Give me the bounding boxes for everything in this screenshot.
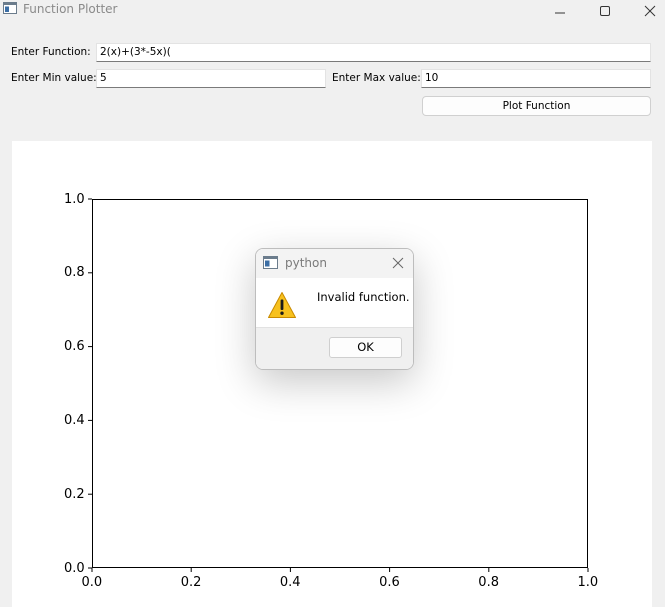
dialog-footer: OK [256, 327, 413, 369]
y-tick-label: 1.0 [64, 191, 85, 207]
x-tick-label: 0.2 [180, 575, 202, 590]
dialog-message: Invalid function. [317, 290, 410, 304]
dialog-body: Invalid function. [256, 278, 413, 327]
dialog-titlebar[interactable]: python [256, 249, 413, 278]
ok-button[interactable]: OK [329, 337, 402, 358]
dialog-title: python [285, 256, 327, 270]
y-tick-label: 0.2 [64, 486, 85, 502]
close-icon [392, 257, 404, 269]
x-tick-label: 0.8 [478, 575, 499, 590]
dialog-close-button[interactable] [390, 255, 406, 271]
y-tick-label: 0.0 [64, 560, 85, 576]
x-tick-label: 0.0 [81, 575, 103, 590]
y-tick-label: 0.6 [64, 339, 85, 355]
x-tick-label: 0.6 [379, 575, 400, 590]
x-tick-label: 0.4 [279, 575, 301, 590]
error-dialog: python Invalid function. OK [255, 248, 414, 370]
y-tick-label: 0.8 [64, 265, 85, 281]
x-tick-label: 1.0 [577, 575, 599, 590]
y-tick-label: 0.4 [64, 412, 85, 428]
warning-icon [268, 292, 296, 318]
dialog-app-icon [263, 256, 278, 269]
